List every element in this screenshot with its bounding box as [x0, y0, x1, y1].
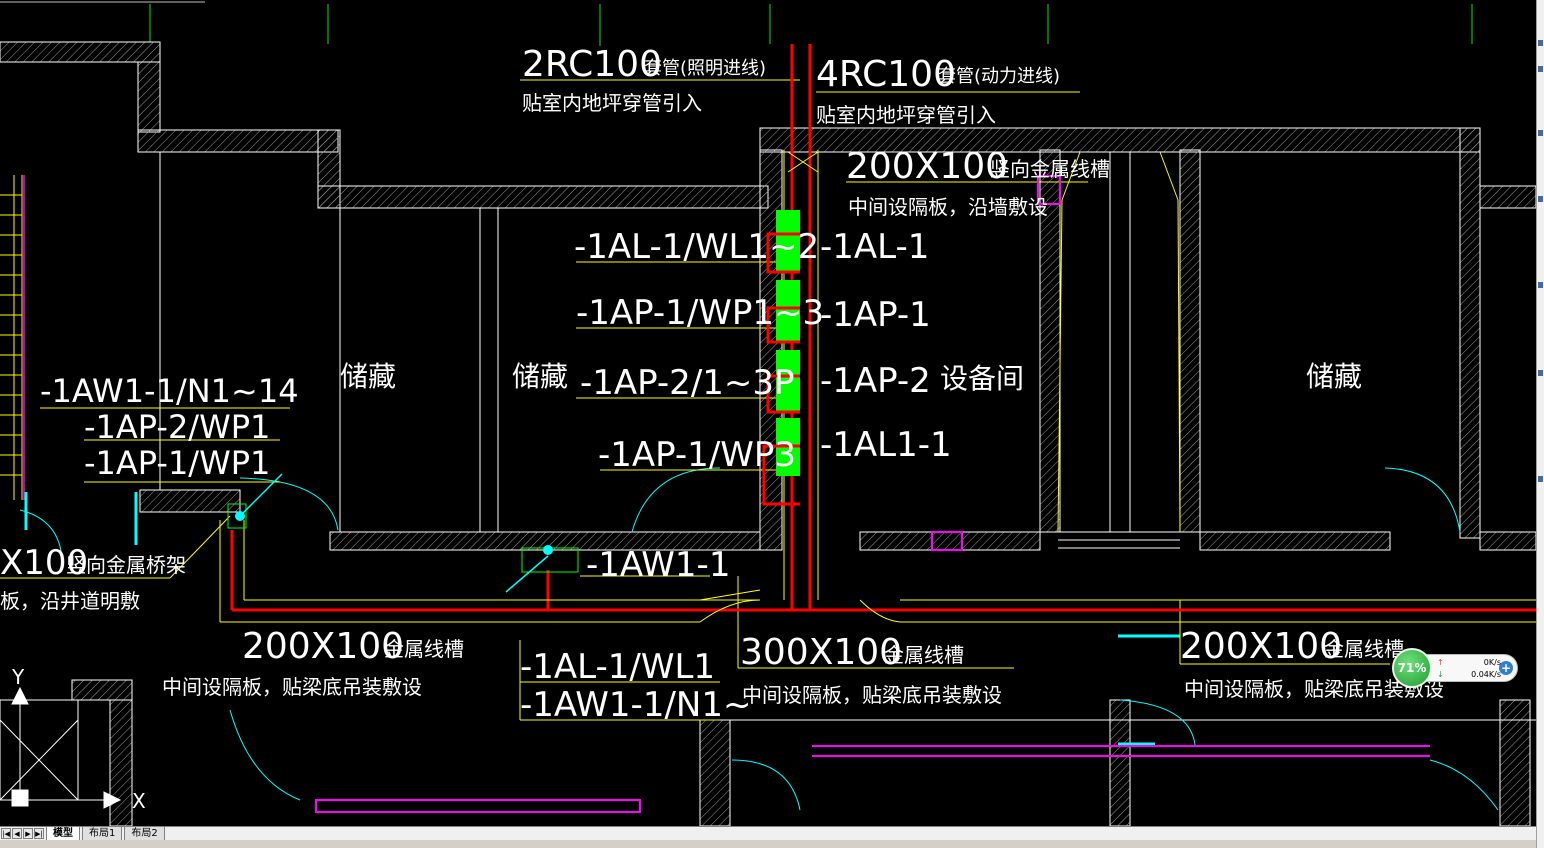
label-tray-vertical-note: 中间设隔板，沿墙敷设 — [848, 195, 1048, 219]
cad-drawing-canvas[interactable]: 2RC100 套管(照明进线) 贴室内地坪穿管引入 4RC100 套管(动力进线… — [0, 0, 1536, 826]
stair — [0, 175, 23, 500]
download-speed: 0.04K/s — [1471, 670, 1501, 679]
label-conduit-power-cn: 套管(动力进线) — [938, 66, 1060, 87]
nav-next-button[interactable]: ▶ — [23, 828, 33, 839]
label-conduit-power-note: 贴室内地坪穿管引入 — [816, 103, 996, 127]
toolbar-button[interactable] — [1538, 370, 1543, 376]
label-tray-mid-note: 中间设隔板，贴梁底吊装敷设 — [742, 683, 1002, 707]
ucs-x-label: X — [132, 789, 146, 813]
tab-model[interactable]: 模型 — [46, 826, 80, 841]
label-panel-ap1: -1AP-1 — [820, 295, 931, 335]
label-circuit-ap1-wp: -1AP-1/WP1~3 — [576, 293, 824, 333]
nav-first-button[interactable]: |◀ — [1, 828, 11, 839]
toolbar-button[interactable] — [1538, 66, 1543, 72]
upload-arrow-icon: ↑ — [1437, 658, 1444, 667]
add-icon[interactable]: + — [1499, 661, 1513, 675]
room-storage-1: 储藏 — [340, 360, 396, 393]
label-left-ap2: -1AP-2/WP1 — [84, 408, 270, 446]
label-circuit-ap1-wp3: -1AP-1/WP3 — [598, 435, 796, 475]
network-speed-widget[interactable]: ↑ 0K/s ↓ 0.04K/s + 71% — [1392, 648, 1518, 688]
label-shaft-tray-cn: 竖向金属桥架 — [66, 553, 186, 577]
nav-last-button[interactable]: ▶| — [34, 828, 44, 839]
network-percent-badge[interactable]: 71% — [1392, 648, 1432, 688]
toolbar-button[interactable] — [1538, 282, 1543, 288]
label-bottom-aw1: -1AW1-1/N1~ — [520, 685, 751, 725]
right-toolbar[interactable] — [1536, 0, 1544, 848]
tab-layout2[interactable]: 布局2 — [124, 826, 165, 841]
toolbar-button[interactable] — [1538, 130, 1543, 136]
label-tray-left-note: 中间设隔板，贴梁底吊装敷设 — [162, 675, 422, 699]
label-circuit-ap2: -1AP-2/1~3P — [580, 363, 795, 403]
tab-layout1[interactable]: 布局1 — [82, 826, 123, 841]
label-tray-left-cn: 金属线槽 — [384, 637, 464, 661]
label-conduit-lighting-cn: 套管(照明进线) — [644, 58, 766, 79]
room-storage-3: 储藏 — [1306, 360, 1362, 393]
toolbar-button[interactable] — [1538, 40, 1543, 46]
grid-axis-ticks — [149, 4, 1473, 46]
label-left-aw1: -1AW1-1/N1~14 — [40, 372, 299, 410]
layout-tab-bar: |◀ ◀ ▶ ▶| 模型 布局1 布局2 — [0, 826, 1536, 841]
label-panel-al11: -1AL1-1 — [820, 425, 952, 465]
toolbar-button[interactable] — [1538, 196, 1543, 202]
toolbar-button[interactable] — [1538, 476, 1543, 482]
room-equipment: 设备间 — [940, 362, 1024, 395]
markers — [315, 175, 1430, 813]
label-aw1-panel: -1AW1-1 — [586, 545, 730, 585]
label-bottom-al1: -1AL-1/WL1 — [520, 647, 715, 687]
label-circuit-al1-wl: -1AL-1/WL1~2 — [574, 227, 819, 267]
label-tray-vertical-cn: 竖向金属线槽 — [990, 157, 1110, 181]
label-tray-mid-cn: 金属线槽 — [884, 643, 964, 667]
label-conduit-lighting-note: 贴室内地坪穿管引入 — [522, 91, 702, 115]
floor-plan-drawing[interactable]: 2RC100 套管(照明进线) 贴室内地坪穿管引入 4RC100 套管(动力进线… — [0, 0, 1536, 826]
room-storage-2: 储藏 — [512, 360, 568, 393]
label-shaft-tray-note: 板，沿井道明敷 — [0, 589, 140, 613]
label-tray-left-size: 200X100 — [242, 626, 404, 667]
status-strip — [0, 840, 1536, 848]
junction-point — [543, 545, 553, 555]
label-tray-vertical-size: 200X100 — [846, 146, 1008, 187]
ucs-y-label: Y — [11, 665, 25, 689]
label-conduit-lighting: 2RC100 — [522, 44, 662, 85]
label-panel-ap2: -1AP-2 — [820, 361, 931, 401]
ucs-icon — [0, 686, 122, 809]
label-tray-right-size: 200X100 — [1180, 626, 1342, 667]
nav-prev-button[interactable]: ◀ — [12, 828, 22, 839]
label-panel-al1: -1AL-1 — [820, 227, 929, 267]
label-conduit-power: 4RC100 — [816, 54, 956, 95]
label-tray-mid-size: 300X100 — [740, 632, 902, 673]
download-arrow-icon: ↓ — [1437, 670, 1444, 679]
label-left-ap1: -1AP-1/WP1 — [84, 444, 270, 482]
